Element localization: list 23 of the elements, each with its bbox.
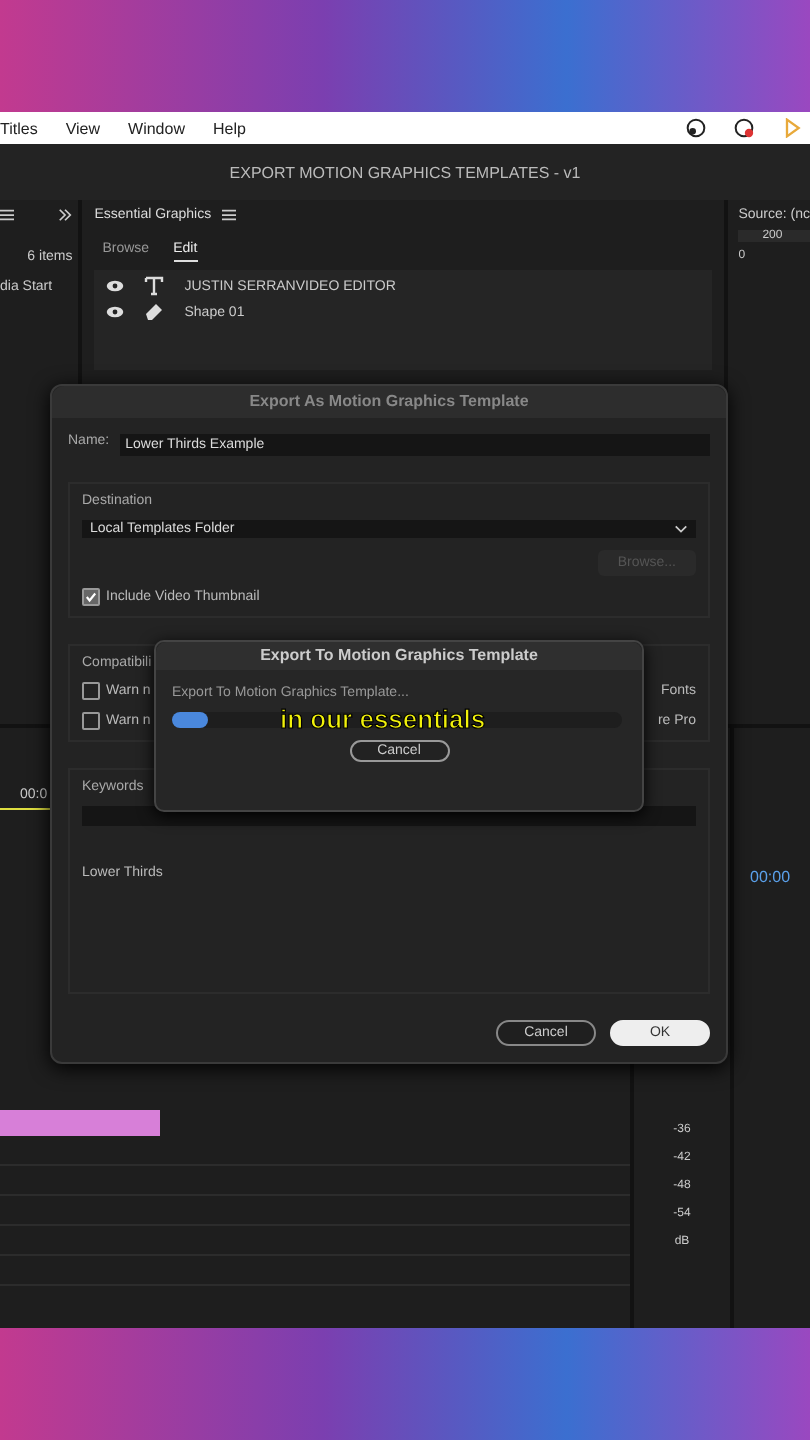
menu-icon[interactable] [221, 208, 236, 222]
checkbox[interactable] [82, 588, 100, 606]
checkbox[interactable] [82, 712, 100, 730]
dialog-title: Export As Motion Graphics Template [52, 386, 726, 418]
text-icon [144, 276, 165, 296]
chevron-icon [674, 522, 688, 536]
timecode: 00:00 [750, 868, 793, 886]
chevron-icon[interactable] [58, 208, 73, 222]
clip[interactable] [0, 1110, 160, 1136]
eye-icon[interactable] [106, 306, 125, 318]
checkbox[interactable] [82, 682, 100, 700]
menu-item[interactable]: Window [128, 119, 185, 137]
pen-icon [144, 302, 165, 322]
status-icon[interactable] [686, 118, 706, 138]
dialog-title: Export To Motion Graphics Template [156, 642, 642, 670]
menu-icon[interactable] [0, 208, 14, 222]
menu-item[interactable]: Help [212, 119, 246, 137]
eye-icon[interactable] [106, 280, 125, 292]
status-icon[interactable] [734, 118, 754, 138]
menu-item[interactable]: View [65, 119, 101, 137]
caption: in our essentials [280, 704, 486, 734]
window-title: EXPORT MOTION GRAPHICS TEMPLATES - v1 [229, 163, 581, 181]
menu-item[interactable]: Titles [0, 119, 38, 137]
